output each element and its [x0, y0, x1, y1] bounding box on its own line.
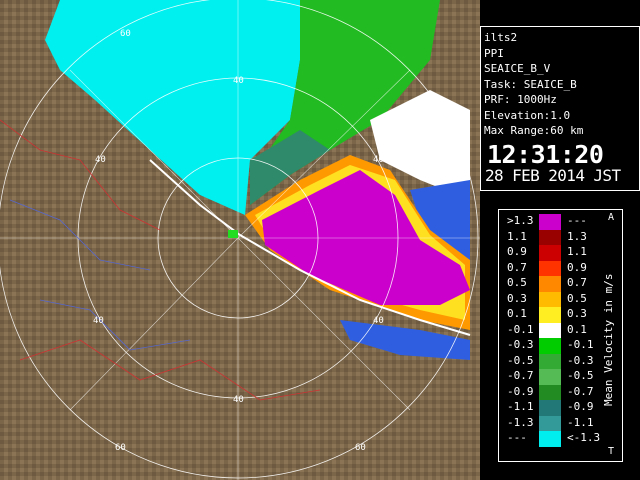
legend-swatch — [539, 400, 561, 416]
legend-row: --- <-1.3 — [499, 431, 624, 447]
legend-upper-bound: -0.5 — [567, 369, 594, 382]
legend-row: 0.7 0.9 — [499, 260, 624, 276]
range-label: 40 — [233, 76, 244, 86]
prf-value: PRF: 1000Hz — [484, 93, 557, 106]
legend-upper-bound: -0.9 — [567, 400, 594, 413]
legend-row: 0.1 0.3 — [499, 307, 624, 323]
legend-lower-bound: -1.1 — [507, 400, 534, 413]
max-range-value: Max Range:60 km — [484, 124, 584, 137]
legend-row: 0.9 1.1 — [499, 245, 624, 261]
product-name: SEAICE_B_V — [484, 62, 551, 75]
legend-upper-bound: 0.3 — [567, 307, 587, 320]
legend-row: -0.5 -0.3 — [499, 353, 624, 369]
legend-swatch — [539, 431, 561, 447]
range-label: 60 — [355, 443, 366, 453]
legend-upper-bound: 0.9 — [567, 260, 587, 274]
legend-upper-bound: 1.1 — [567, 245, 587, 258]
legend-upper-bound: 0.5 — [567, 291, 587, 305]
legend-swatch — [539, 384, 561, 400]
range-label: 60 — [115, 443, 126, 453]
legend-lower-bound: -0.3 — [507, 338, 534, 351]
legend-lower-bound: >1.3 — [507, 214, 534, 227]
legend-row: -0.7 -0.5 — [499, 369, 624, 385]
legend-row: -1.1 -0.9 — [499, 400, 624, 416]
legend-upper-bound: -0.1 — [567, 338, 594, 351]
legend-lower-bound: -0.5 — [507, 353, 534, 367]
legend-swatch — [539, 245, 561, 261]
range-label: 40 — [373, 155, 384, 165]
legend-row: -0.3 -0.1 — [499, 338, 624, 354]
legend-lower-bound: 0.1 — [507, 307, 527, 320]
legend-row: -1.3 -1.1 — [499, 415, 624, 431]
legend-lower-bound: 0.5 — [507, 276, 527, 289]
legend-row: -0.1 0.1 — [499, 322, 624, 338]
range-label: 40 — [93, 316, 104, 326]
legend-swatch — [539, 214, 561, 230]
legend-lower-bound: 0.9 — [507, 245, 527, 258]
legend-row: 0.5 0.7 — [499, 276, 624, 292]
legend-upper-bound: -1.1 — [567, 415, 594, 429]
legend-swatch — [539, 415, 561, 431]
legend-swatch — [539, 322, 561, 338]
legend-swatch — [539, 291, 561, 307]
legend-upper-bound: -0.3 — [567, 353, 594, 367]
legend-row: 0.3 0.5 — [499, 291, 624, 307]
legend-lower-bound: -0.1 — [507, 322, 534, 336]
legend-upper-bound: <-1.3 — [567, 431, 601, 444]
legend-lower-bound: -1.3 — [507, 415, 534, 429]
legend-upper-bound: -0.7 — [567, 384, 594, 398]
range-label: 40 — [373, 316, 384, 326]
legend-lower-bound: -0.9 — [507, 384, 534, 398]
radar-ppi-map: 60 40 40 40 40 40 60 40 60 — [0, 0, 480, 480]
scan-date: 28 FEB 2014 JST — [485, 166, 621, 185]
range-label: 40 — [233, 395, 244, 405]
legend-upper-bound: 1.3 — [567, 229, 587, 243]
legend-lower-bound: 0.7 — [507, 260, 527, 274]
legend-row: -0.9 -0.7 — [499, 384, 624, 400]
legend-swatch — [539, 260, 561, 276]
range-label: 60 — [120, 29, 131, 39]
velocity-legend: A Mean Velocity in m/s T >1.3 --- 1.1 1.3 0.… — [498, 209, 623, 462]
range-label: 40 — [95, 155, 106, 165]
legend-swatch — [539, 338, 561, 354]
legend-swatch — [539, 369, 561, 385]
task-name: Task: SEAICE_B — [484, 77, 577, 91]
legend-lower-bound: 1.1 — [507, 229, 527, 243]
legend-lower-bound: --- — [507, 431, 527, 444]
legend-row: >1.3 --- — [499, 214, 624, 230]
legend-swatch — [539, 307, 561, 323]
legend-upper-bound: --- — [567, 214, 587, 227]
legend-lower-bound: -0.7 — [507, 369, 534, 382]
legend-upper-bound: 0.1 — [567, 322, 587, 336]
legend-bottom-marker: T — [608, 446, 615, 457]
site-name: ilts2 — [484, 31, 518, 44]
legend-lower-bound: 0.3 — [507, 291, 527, 305]
legend-swatch — [539, 276, 561, 292]
scan-time: 12:31:20 — [487, 140, 604, 169]
scan-type: PPI — [484, 46, 504, 60]
legend-upper-bound: 0.7 — [567, 276, 587, 289]
elevation-value: Elevation:1.0 — [484, 108, 571, 122]
radar-site-marker — [228, 230, 238, 238]
legend-swatch — [539, 353, 561, 369]
legend-row: 1.1 1.3 — [499, 229, 624, 245]
legend-swatch — [539, 229, 561, 245]
